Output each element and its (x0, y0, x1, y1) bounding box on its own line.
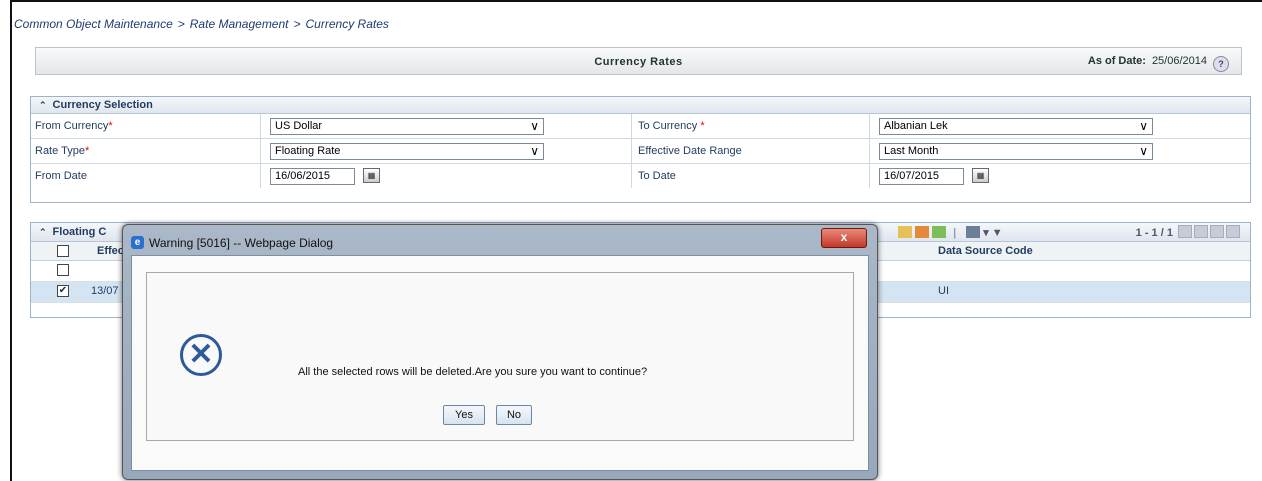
prev-page-icon[interactable] (1194, 225, 1208, 238)
from-date-label: From Date (35, 170, 87, 182)
delete-icon[interactable] (966, 226, 981, 238)
ie-icon: e (131, 236, 144, 249)
pager-text: 1 - 1 / 1 (1135, 227, 1173, 239)
select-all-checkbox[interactable] (57, 245, 69, 257)
floating-rates-title: Floating C (52, 226, 107, 238)
error-x-icon: ✕ (180, 334, 222, 376)
from-currency-select[interactable]: US Dollar ∨ (270, 118, 544, 135)
chevron-down-icon: ∨ (530, 119, 539, 133)
row-data-source: UI (938, 285, 949, 297)
row-checkbox-checked[interactable]: ✔ (57, 285, 69, 297)
breadcrumb-item-rate-management[interactable]: Rate Management (190, 17, 289, 31)
chevron-down-icon: ∨ (1139, 119, 1148, 133)
add-icon[interactable] (898, 226, 912, 238)
effective-date-range-label: Effective Date Range (638, 145, 742, 157)
dialog-body: ✕ All the selected rows will be deleted.… (131, 255, 869, 471)
col-effective-date[interactable]: Effec (97, 242, 124, 260)
dialog-close-button[interactable]: x (821, 228, 867, 248)
effective-date-range-select[interactable]: Last Month ∨ (879, 143, 1153, 160)
from-date-input[interactable]: 16/06/2015 (270, 168, 355, 185)
no-button[interactable]: No (496, 405, 532, 425)
selection-row-rate: Rate Type* Floating Rate ∨ Effective Date… (31, 139, 1250, 164)
calendar-icon[interactable]: ▦ (363, 168, 380, 183)
help-icon[interactable]: ? (1213, 56, 1229, 72)
to-currency-label: To Currency * (638, 120, 705, 132)
dialog-title: Warning [5016] -- Webpage Dialog (149, 236, 334, 250)
grid-pager: 1 - 1 / 1 (1136, 224, 1240, 242)
dialog-message: All the selected rows will be deleted.Ar… (298, 366, 648, 378)
breadcrumb-separator: > (177, 17, 185, 31)
col-data-source-code[interactable]: Data Source Code (938, 242, 1033, 260)
page-title-bar: Currency Rates As of Date: 25/06/2014? (35, 47, 1242, 75)
yes-button[interactable]: Yes (443, 405, 485, 425)
dialog-content-box: ✕ All the selected rows will be deleted.… (146, 272, 854, 441)
breadcrumb-item-common-object[interactable]: Common Object Maintenance (14, 17, 173, 31)
breadcrumb-separator: > (293, 17, 301, 31)
grid-toolbar: | ▾ ▼ (895, 224, 1003, 242)
window-frame-top (10, 0, 1262, 2)
as-of-label: As of Date: (1087, 55, 1146, 67)
currency-selection-panel: ⌃ Currency Selection From Currency* US Do… (30, 96, 1251, 203)
to-date-label: To Date (638, 170, 676, 182)
calendar-icon[interactable]: ▦ (972, 168, 989, 183)
page-title: Currency Rates (594, 56, 683, 68)
breadcrumb: Common Object Maintenance > Rate Managemen… (14, 17, 389, 31)
last-page-icon[interactable] (1226, 225, 1240, 238)
rate-type-select[interactable]: Floating Rate ∨ (270, 143, 544, 160)
window-frame-left (10, 0, 12, 481)
selection-row-dates: From Date 16/06/2015 ▦ To Date 16/07/201… (31, 164, 1250, 188)
row-checkbox[interactable] (57, 264, 69, 276)
chevron-down-icon: ∨ (530, 144, 539, 158)
as-of-date: As of Date: 25/06/2014? (1088, 55, 1229, 72)
row-effective-date: 13/07 (91, 285, 119, 297)
first-page-icon[interactable] (1178, 225, 1192, 238)
selection-row-currency: From Currency* US Dollar ∨ To Currency * … (31, 114, 1250, 139)
to-currency-select[interactable]: Albanian Lek ∨ (879, 118, 1153, 135)
currency-selection-header[interactable]: ⌃ Currency Selection (31, 97, 1250, 114)
collapse-chevron-icon[interactable]: ⌃ (39, 227, 47, 237)
breadcrumb-item-currency-rates: Currency Rates (305, 17, 389, 31)
as-of-value: 25/06/2014 (1151, 55, 1207, 67)
next-page-icon[interactable] (1210, 225, 1224, 238)
currency-selection-title: Currency Selection (52, 99, 153, 111)
chevron-down-icon: ∨ (1139, 144, 1148, 158)
rate-type-label: Rate Type* (35, 145, 90, 157)
to-date-input[interactable]: 16/07/2015 (879, 168, 964, 185)
copy-icon[interactable] (932, 226, 946, 238)
more-menu-icon[interactable]: ▾ ▼ (983, 227, 1002, 239)
from-currency-label: From Currency* (35, 120, 113, 132)
edit-icon[interactable] (915, 226, 929, 238)
warning-dialog: e Warning [5016] -- Webpage Dialog x ✕ A… (122, 224, 878, 480)
collapse-chevron-icon[interactable]: ⌃ (39, 100, 47, 110)
